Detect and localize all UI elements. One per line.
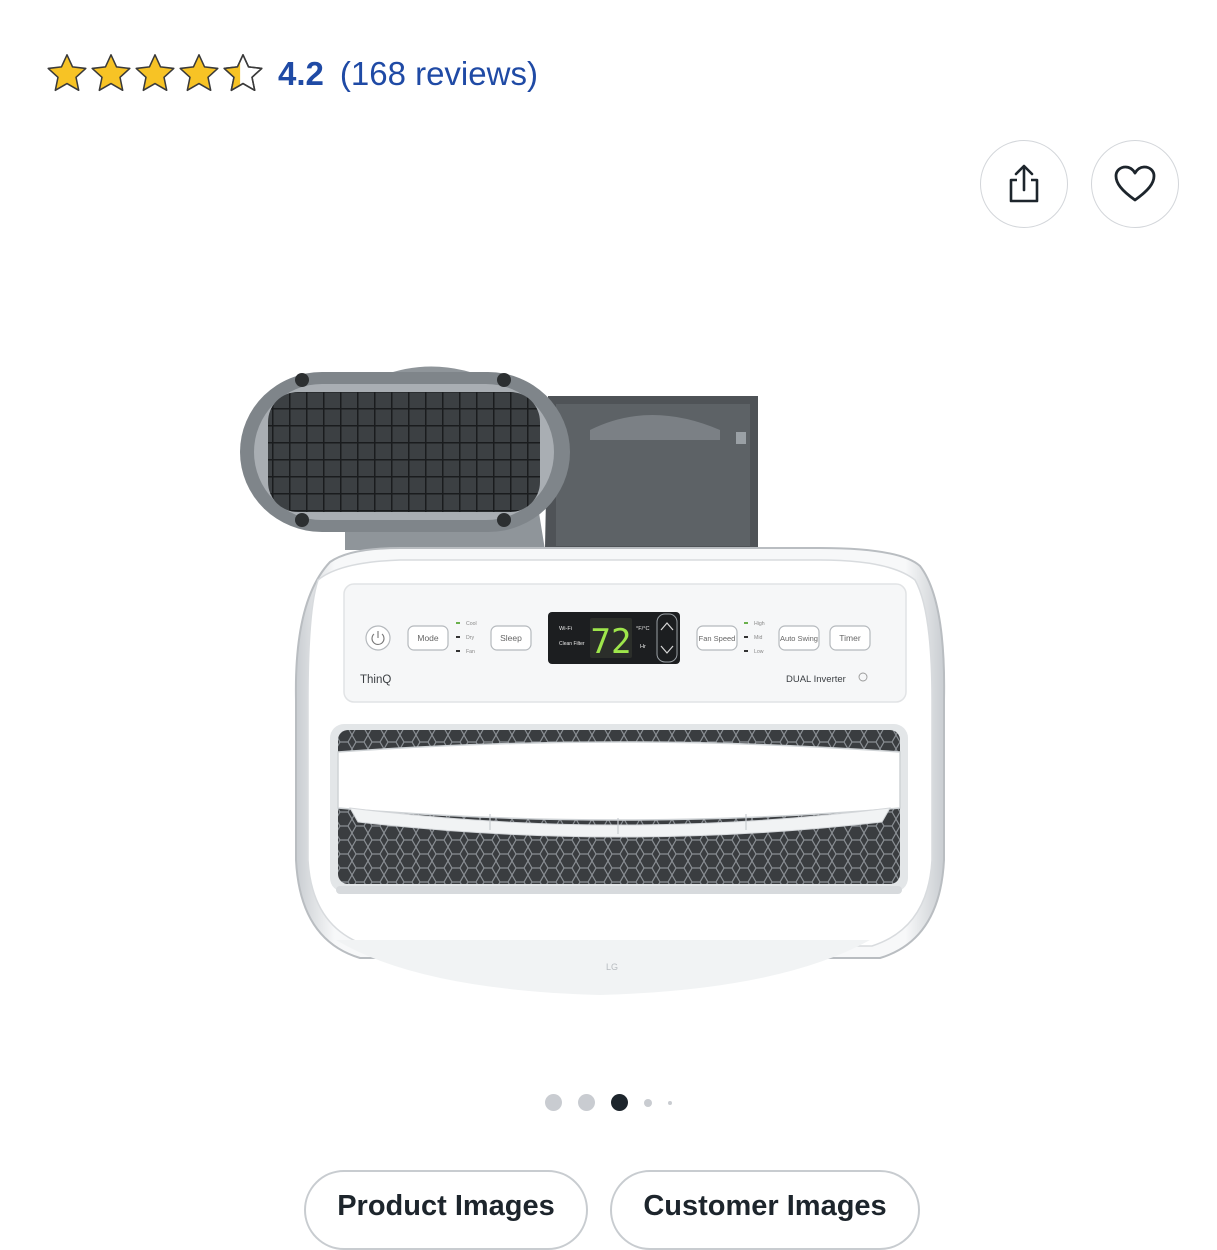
star-rating bbox=[44, 51, 264, 97]
favorite-button[interactable] bbox=[1091, 140, 1179, 228]
carousel-dot[interactable] bbox=[668, 1100, 672, 1105]
dual-inverter-logo: DUAL Inverter bbox=[786, 674, 846, 685]
star-icon bbox=[91, 54, 131, 92]
product-image[interactable]: LG Wi-Fi Clean Filter 72 °F/°C Hr Mode S… bbox=[220, 340, 980, 1020]
product-images-tab[interactable]: Product Images bbox=[304, 1170, 588, 1250]
carousel-dot[interactable] bbox=[545, 1094, 562, 1111]
star-icon bbox=[47, 54, 87, 92]
svg-text:Clean Filter: Clean Filter bbox=[559, 641, 585, 647]
svg-text:Fan: Fan bbox=[466, 649, 475, 655]
star-partial-icon bbox=[223, 54, 263, 92]
temperature-display: 72 bbox=[591, 622, 632, 662]
carousel-dot[interactable] bbox=[578, 1094, 595, 1111]
customer-images-tab[interactable]: Customer Images bbox=[610, 1170, 920, 1250]
svg-text:Wi-Fi: Wi-Fi bbox=[559, 626, 572, 632]
svg-text:High: High bbox=[754, 621, 765, 627]
carousel-dot-active[interactable] bbox=[611, 1094, 628, 1111]
svg-text:Low: Low bbox=[754, 649, 764, 655]
svg-text:°F/°C: °F/°C bbox=[636, 626, 650, 632]
share-button[interactable] bbox=[980, 140, 1068, 228]
thinq-logo: ThinQ bbox=[360, 674, 391, 686]
review-count-link[interactable]: (168 reviews) bbox=[340, 55, 538, 93]
rating-summary[interactable]: 4.2 (168 reviews) bbox=[44, 50, 538, 98]
lg-logo: LG bbox=[606, 962, 618, 972]
svg-text:Hr: Hr bbox=[640, 644, 646, 650]
svg-text:Mode: Mode bbox=[417, 633, 439, 643]
svg-text:Timer: Timer bbox=[839, 633, 861, 643]
svg-text:Fan Speed: Fan Speed bbox=[699, 634, 736, 643]
share-icon bbox=[1009, 164, 1039, 203]
star-icon bbox=[179, 54, 219, 92]
star-icon bbox=[135, 54, 175, 92]
rating-value[interactable]: 4.2 bbox=[278, 55, 324, 93]
heart-icon bbox=[1114, 165, 1156, 202]
svg-text:Sleep: Sleep bbox=[500, 633, 522, 643]
svg-text:Cool: Cool bbox=[466, 621, 477, 627]
carousel-dot[interactable] bbox=[644, 1098, 652, 1107]
product-title-partial: ‒‒‒ ‒ ‒‒‒‒ ‒‒‒‒ ‒‒‒‒‒‒ bbox=[48, 0, 518, 6]
svg-text:Auto Swing: Auto Swing bbox=[780, 634, 818, 643]
svg-text:Dry: Dry bbox=[466, 635, 474, 641]
carousel-indicator bbox=[0, 1094, 1217, 1111]
svg-text:Mid: Mid bbox=[754, 635, 762, 641]
